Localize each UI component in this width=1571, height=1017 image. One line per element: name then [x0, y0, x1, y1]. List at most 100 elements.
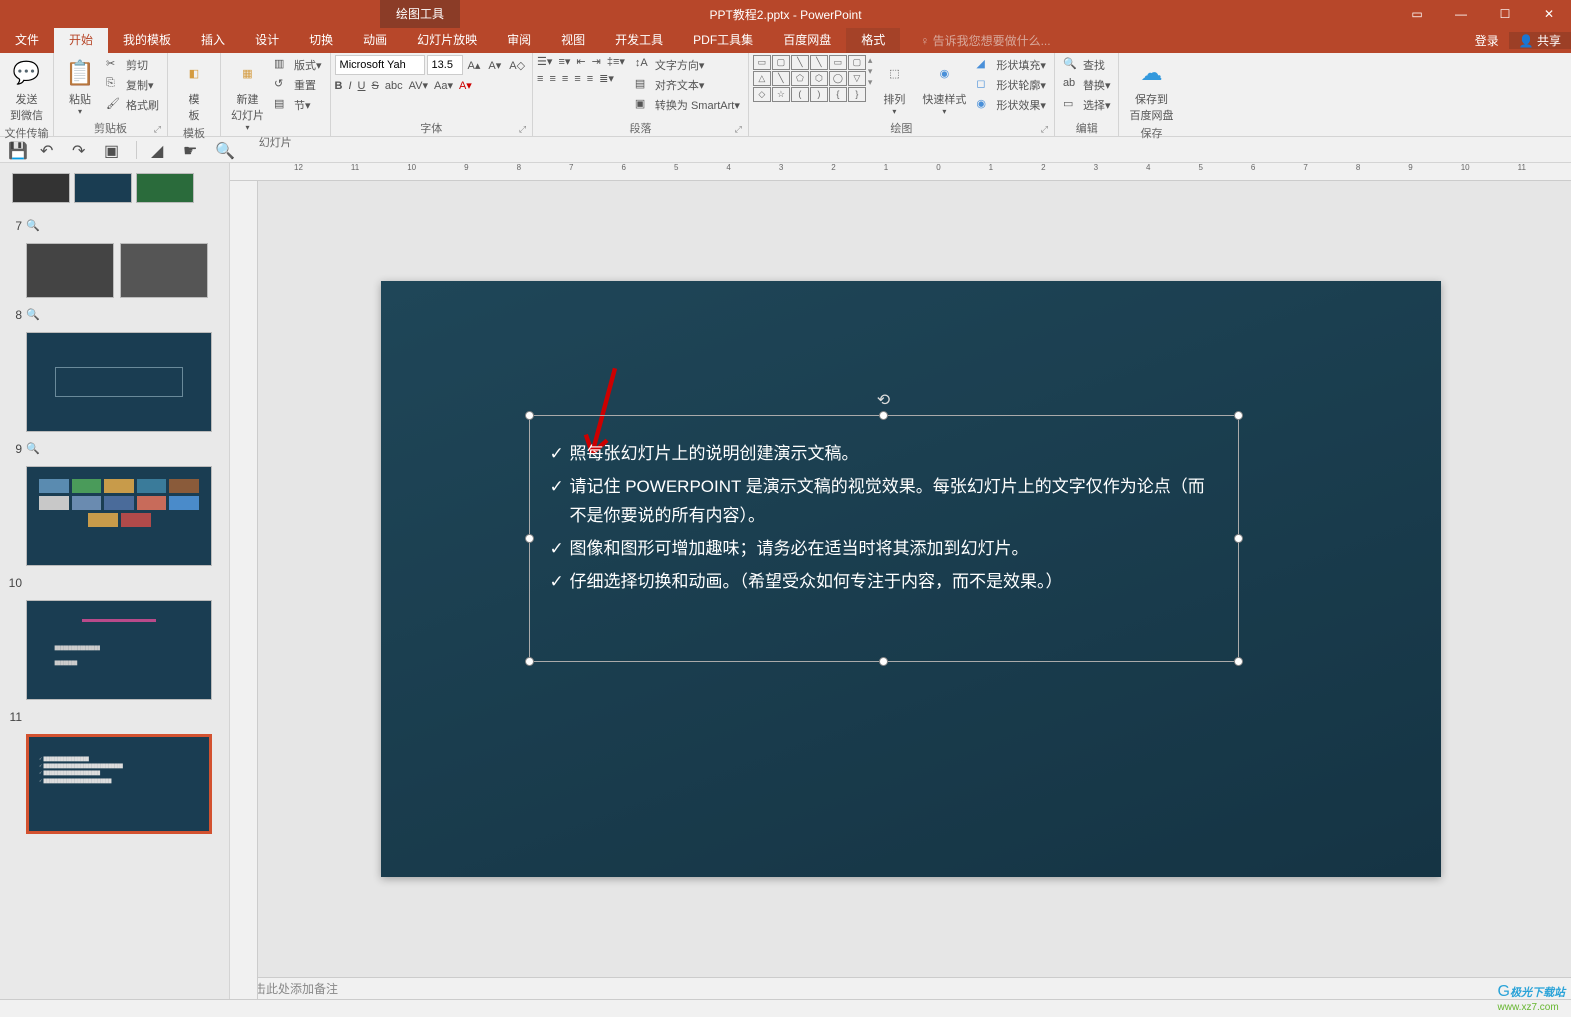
layout-button[interactable]: ▥版式 ▾	[270, 55, 326, 75]
ribbon-options-icon[interactable]: ▭	[1395, 0, 1439, 28]
clear-format-button[interactable]: A◇	[506, 59, 528, 72]
template-button[interactable]: ◧ 模 板	[172, 55, 216, 125]
launcher-icon[interactable]: ⤢	[735, 124, 742, 135]
tab-transition[interactable]: 切换	[294, 28, 348, 53]
align-right-button[interactable]: ≡	[562, 73, 568, 85]
reset-button[interactable]: ↺重置	[270, 75, 326, 95]
tab-pdf[interactable]: PDF工具集	[678, 28, 768, 53]
tab-baidu[interactable]: 百度网盘	[768, 28, 846, 53]
italic-button[interactable]: I	[348, 80, 351, 92]
notes-pane[interactable]: 单击此处添加备注	[230, 977, 1571, 999]
zoom-icon[interactable]: 🔍	[26, 308, 40, 321]
indent-button[interactable]: ⇥	[592, 55, 601, 68]
minimize-icon[interactable]: —	[1439, 0, 1483, 28]
resize-handle[interactable]	[879, 657, 888, 666]
zoom-icon[interactable]: 🔍	[26, 219, 40, 232]
launcher-icon[interactable]: ⤢	[1041, 124, 1048, 135]
thumbnail-slide-11[interactable]: ✓ ████████████████✓ ████████████████████…	[0, 730, 229, 838]
bullet-item[interactable]: 图像和图形可增加趣味；请务必在适当时将其添加到幻灯片。	[550, 535, 1218, 564]
tab-format[interactable]: 格式	[846, 28, 900, 53]
tab-insert[interactable]: 插入	[186, 28, 240, 53]
touch-mode-button[interactable]: ☛	[183, 141, 201, 159]
case-button[interactable]: Aa▾	[434, 79, 453, 92]
login-button[interactable]: 登录	[1465, 32, 1509, 49]
smartart-button[interactable]: ▣转换为 SmartArt ▾	[631, 95, 744, 115]
shape-outline-button[interactable]: ◻形状轮廓 ▾	[972, 75, 1050, 95]
quick-styles-button[interactable]: ◉ 快速样式▾	[916, 55, 972, 118]
save-button[interactable]: 💾	[8, 141, 26, 159]
font-size-input[interactable]	[427, 55, 463, 75]
copy-button[interactable]: ⎘复制 ▾	[102, 75, 163, 95]
tab-home[interactable]: 开始	[54, 28, 108, 53]
resize-handle[interactable]	[525, 657, 534, 666]
bullet-item[interactable]: 照每张幻灯片上的说明创建演示文稿。	[550, 440, 1218, 469]
undo-button[interactable]: ↶ ▾	[40, 141, 58, 159]
thumbnail-slide-10[interactable]: ████████████████ ████████	[0, 596, 229, 704]
tab-view[interactable]: 视图	[546, 28, 600, 53]
underline-button[interactable]: U	[358, 80, 366, 92]
thumbnail-slide-8[interactable]	[0, 328, 229, 436]
decrease-font-button[interactable]: A▾	[485, 59, 504, 72]
arrange-button[interactable]: ⬚ 排列▾	[872, 55, 916, 118]
start-slideshow-button[interactable]: ▣	[104, 141, 122, 159]
section-button[interactable]: ▤节 ▾	[270, 95, 326, 115]
resize-handle[interactable]	[1234, 657, 1243, 666]
send-to-wechat-button[interactable]: 💬 发送 到微信	[4, 55, 49, 125]
tab-slideshow[interactable]: 幻灯片放映	[402, 28, 492, 53]
zoom-icon[interactable]: 🔍	[26, 442, 40, 455]
spacing-button[interactable]: AV▾	[409, 79, 428, 92]
resize-handle[interactable]	[525, 411, 534, 420]
font-name-input[interactable]	[335, 55, 425, 75]
shape-effects-button[interactable]: ◉形状效果 ▾	[972, 95, 1050, 115]
increase-font-button[interactable]: A▴	[465, 59, 484, 72]
slide-canvas[interactable]: ⟲ 照每张幻灯片上的说明创建演示文稿。 请记住 POWERPOINT 是演示文稿…	[381, 281, 1441, 877]
strikethrough-button[interactable]: S	[372, 80, 379, 92]
text-direction-button[interactable]: ↕A文字方向 ▾	[631, 55, 744, 75]
maximize-icon[interactable]: ☐	[1483, 0, 1527, 28]
paste-button[interactable]: 📋 粘贴 ▾	[58, 55, 102, 118]
close-icon[interactable]: ✕	[1527, 0, 1571, 28]
tab-mytemplate[interactable]: 我的模板	[108, 28, 186, 53]
resize-handle[interactable]	[1234, 534, 1243, 543]
font-color-button[interactable]: A▾	[459, 79, 472, 92]
ink-button[interactable]: ◢	[151, 141, 169, 159]
linespacing-button[interactable]: ‡≡▾	[607, 55, 625, 68]
new-slide-button[interactable]: ▦ 新建 幻灯片 ▾	[225, 55, 270, 134]
align-center-button[interactable]: ≡	[549, 73, 555, 85]
tab-animation[interactable]: 动画	[348, 28, 402, 53]
find-button[interactable]: 🔍查找	[1059, 55, 1109, 75]
bullet-item[interactable]: 仔细选择切换和动画。（希望受众如何专注于内容，而不是效果。）	[550, 568, 1218, 597]
justify-button[interactable]: ≡	[574, 73, 580, 85]
content-textbox[interactable]: ⟲ 照每张幻灯片上的说明创建演示文稿。 请记住 POWERPOINT 是演示文稿…	[529, 415, 1239, 662]
launcher-icon[interactable]: ⤢	[519, 124, 526, 135]
slide-thumbnails-panel[interactable]: 7 🔍 8 🔍 9 🔍	[0, 163, 230, 999]
share-button[interactable]: 👤 共享	[1509, 32, 1571, 49]
bullet-item[interactable]: 请记住 POWERPOINT 是演示文稿的视觉效果。每张幻灯片上的文字仅作为论点…	[550, 473, 1218, 531]
bullet-list[interactable]: 照每张幻灯片上的说明创建演示文稿。 请记住 POWERPOINT 是演示文稿的视…	[550, 440, 1218, 596]
rotate-handle-icon[interactable]: ⟲	[877, 390, 890, 410]
resize-handle[interactable]	[525, 534, 534, 543]
horizontal-ruler[interactable]: 1211109876543210123456789101112	[230, 163, 1571, 181]
replace-button[interactable]: ab替换 ▾	[1059, 75, 1115, 95]
tab-file[interactable]: 文件	[0, 28, 54, 53]
launcher-icon[interactable]: ⤢	[154, 124, 161, 135]
tab-design[interactable]: 设计	[240, 28, 294, 53]
thumbnail-slide-9[interactable]	[0, 462, 229, 570]
outdent-button[interactable]: ⇤	[576, 55, 585, 68]
save-to-baidu-button[interactable]: ☁ 保存到 百度网盘	[1123, 55, 1179, 125]
tell-me-box[interactable]: ♀ 告诉我您想要做什么...	[920, 32, 1464, 49]
shadow-button[interactable]: abc	[385, 80, 403, 92]
tab-review[interactable]: 审阅	[492, 28, 546, 53]
align-left-button[interactable]: ≡	[537, 73, 543, 85]
tab-dev[interactable]: 开发工具	[600, 28, 678, 53]
shape-fill-button[interactable]: ◢形状填充 ▾	[972, 55, 1050, 75]
bullets-button[interactable]: ☰▾	[537, 55, 552, 68]
vertical-ruler[interactable]	[230, 181, 258, 999]
numbering-button[interactable]: ≡▾	[558, 55, 570, 68]
distributed-button[interactable]: ≡	[587, 73, 593, 85]
resize-handle[interactable]	[1234, 411, 1243, 420]
shapes-gallery[interactable]: ▭▢╲╲▭▢ △╲⬠⬡◯▽ ◇☆(){}	[753, 55, 866, 102]
format-painter-button[interactable]: 🖌格式刷	[102, 95, 163, 115]
redo-button[interactable]: ↷	[72, 141, 90, 159]
resize-handle[interactable]	[879, 411, 888, 420]
